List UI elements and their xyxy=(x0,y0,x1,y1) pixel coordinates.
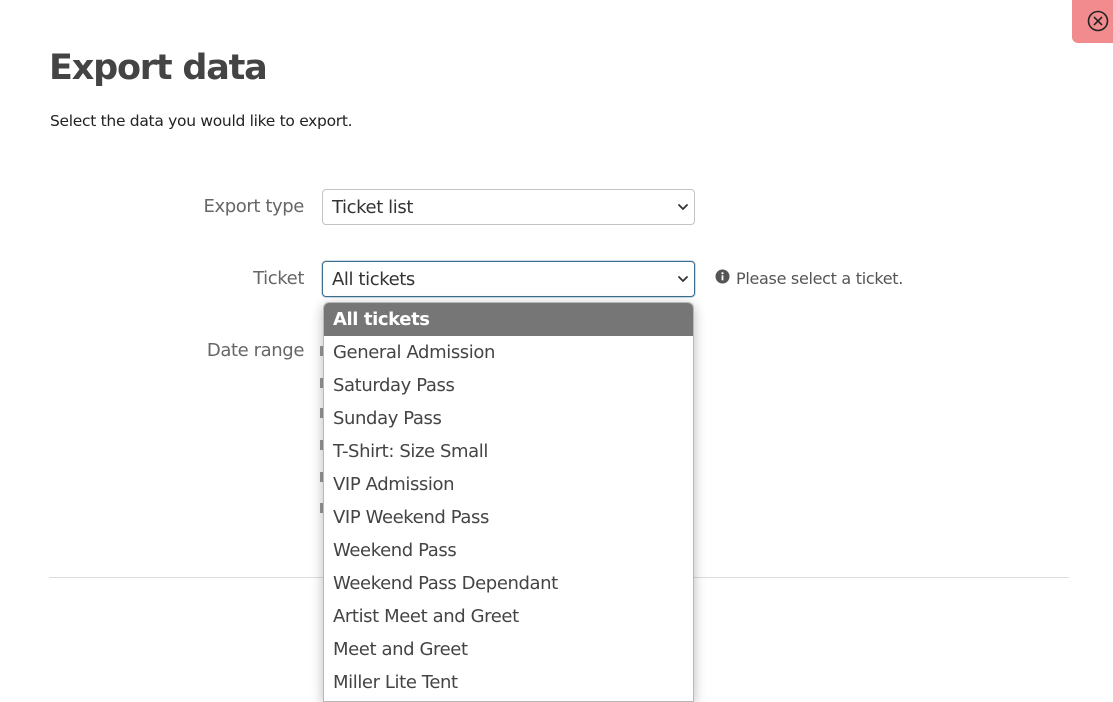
ticket-select[interactable]: All tickets xyxy=(322,261,695,297)
chevron-down-icon xyxy=(678,204,688,210)
dropdown-option[interactable]: Miller Lite Tent xyxy=(324,666,693,699)
dropdown-option[interactable]: VIP Admission xyxy=(324,468,693,501)
info-icon xyxy=(715,269,730,284)
dropdown-option[interactable]: Weekend Pass xyxy=(324,534,693,567)
dropdown-option[interactable]: Saturday Pass xyxy=(324,369,693,402)
export-type-select[interactable]: Ticket list xyxy=(322,189,695,225)
page-subtitle: Select the data you would like to export… xyxy=(50,112,353,130)
validation-text: Please select a ticket. xyxy=(736,269,904,288)
dropdown-option[interactable]: Sunday Pass xyxy=(324,402,693,435)
ticket-label: Ticket xyxy=(253,268,304,289)
dropdown-option[interactable]: General Admission xyxy=(324,336,693,369)
dropdown-option[interactable]: Artist Meet and Greet xyxy=(324,600,693,633)
export-type-value: Ticket list xyxy=(332,197,414,218)
export-type-label: Export type xyxy=(203,196,305,217)
date-range-label: Date range xyxy=(206,340,304,361)
close-button[interactable] xyxy=(1072,0,1113,43)
dropdown-option[interactable]: Meet and Greet xyxy=(324,633,693,666)
page-title: Export data xyxy=(49,48,268,88)
dropdown-option[interactable]: Weekend Pass Dependant xyxy=(324,567,693,600)
chevron-down-icon xyxy=(678,276,688,282)
ticket-dropdown-list[interactable]: All tickets General Admission Saturday Pas… xyxy=(323,302,694,702)
ticket-value: All tickets xyxy=(332,269,415,290)
dropdown-option[interactable]: VIP Weekend Pass xyxy=(324,501,693,534)
dropdown-option[interactable]: T-Shirt: Size Small xyxy=(324,435,693,468)
dropdown-option[interactable]: All tickets xyxy=(324,303,693,336)
close-circle-icon xyxy=(1087,10,1109,32)
